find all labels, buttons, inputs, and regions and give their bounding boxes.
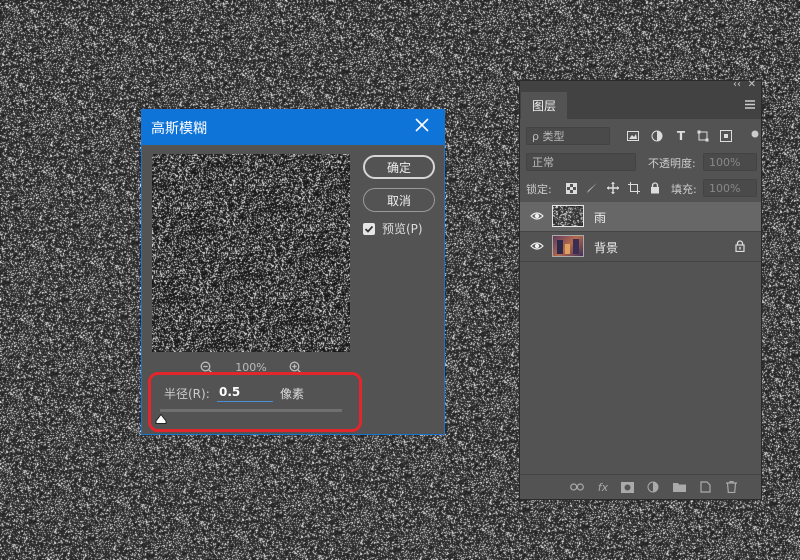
preview-label: 预览(P)	[382, 222, 423, 236]
layer-row-rain[interactable]: 雨	[520, 202, 761, 232]
lock-artboard-icon[interactable]	[627, 181, 641, 195]
fill-field[interactable]: 100%	[703, 179, 757, 197]
lock-label: 锁定:	[526, 183, 552, 196]
fill-label: 填充:	[671, 183, 697, 196]
eye-icon[interactable]	[530, 240, 544, 252]
tab-layers[interactable]: 图层	[521, 92, 567, 119]
panel-footer: fx	[520, 474, 761, 499]
adjustment-layer-icon[interactable]	[646, 480, 660, 494]
panel-tab-bar: 图层	[520, 92, 761, 119]
layer-thumbnail-rain	[552, 205, 584, 227]
close-icon[interactable]	[412, 117, 432, 137]
radius-slider-track[interactable]	[160, 409, 342, 412]
filter-kind-value: ρ 类型	[532, 130, 565, 143]
type-filter-icon[interactable]: T	[674, 129, 688, 143]
dialog-title-bar[interactable]: 高斯模糊	[142, 110, 444, 145]
eye-icon[interactable]	[530, 210, 544, 222]
layer-thumbnail-background	[552, 235, 584, 257]
radius-input[interactable]	[217, 383, 273, 402]
lock-pixels-icon[interactable]	[585, 181, 599, 195]
gaussian-blur-dialog: 高斯模糊 100% 确定 取消 预览(P) 半径(R): 像素	[141, 109, 445, 435]
panel-menu-icon[interactable]	[745, 100, 755, 109]
radius-highlight-box	[148, 372, 362, 432]
layer-row-background[interactable]: 背景	[520, 232, 761, 262]
lock-position-icon[interactable]	[606, 181, 620, 195]
opacity-field[interactable]: 100%	[703, 153, 757, 171]
opacity-label: 不透明度:	[648, 157, 696, 170]
panel-close-icon[interactable]: ✕	[748, 79, 756, 90]
blend-mode-select[interactable]: 正常	[526, 153, 636, 171]
layer-name-rain: 雨	[594, 211, 607, 225]
ok-button[interactable]: 确定	[363, 155, 435, 179]
new-layer-icon[interactable]	[698, 480, 712, 494]
dialog-title: 高斯模糊	[151, 120, 207, 137]
shape-filter-icon[interactable]	[696, 129, 710, 143]
panel-top-bar: ‹‹ ✕	[520, 79, 761, 92]
preview-option: 预览(P)	[363, 220, 423, 237]
delete-layer-icon[interactable]	[724, 480, 738, 494]
preview-noise-image	[152, 154, 350, 352]
add-mask-icon[interactable]	[620, 480, 634, 494]
adjustment-filter-icon[interactable]	[650, 129, 664, 143]
radius-label: 半径(R):	[164, 387, 210, 401]
fill-value: 100%	[709, 181, 741, 195]
lock-icon	[735, 240, 745, 252]
lock-transparent-icon[interactable]	[564, 181, 578, 195]
pixel-filter-icon[interactable]	[626, 129, 640, 143]
preview-checkbox[interactable]	[363, 222, 375, 235]
blend-mode-value: 正常	[532, 156, 554, 169]
blur-preview[interactable]	[152, 154, 350, 352]
smart-object-filter-icon[interactable]	[719, 129, 733, 143]
cancel-button[interactable]: 取消	[363, 188, 435, 212]
filter-toggle-icon[interactable]	[748, 127, 762, 141]
collapse-icon[interactable]: ‹‹	[733, 79, 741, 90]
new-group-icon[interactable]	[672, 480, 686, 494]
fx-icon[interactable]: fx	[596, 480, 610, 494]
lock-all-icon[interactable]	[648, 181, 662, 195]
radius-unit: 像素	[280, 387, 305, 401]
layers-panel: ‹‹ ✕ 图层 ρ 类型 T 正常 不透明度: 100% 锁定: 填充: 100…	[519, 79, 762, 500]
opacity-value: 100%	[709, 155, 741, 169]
layer-name-background: 背景	[594, 241, 619, 255]
link-layers-icon[interactable]	[570, 480, 584, 494]
filter-kind-select[interactable]: ρ 类型	[526, 127, 610, 145]
